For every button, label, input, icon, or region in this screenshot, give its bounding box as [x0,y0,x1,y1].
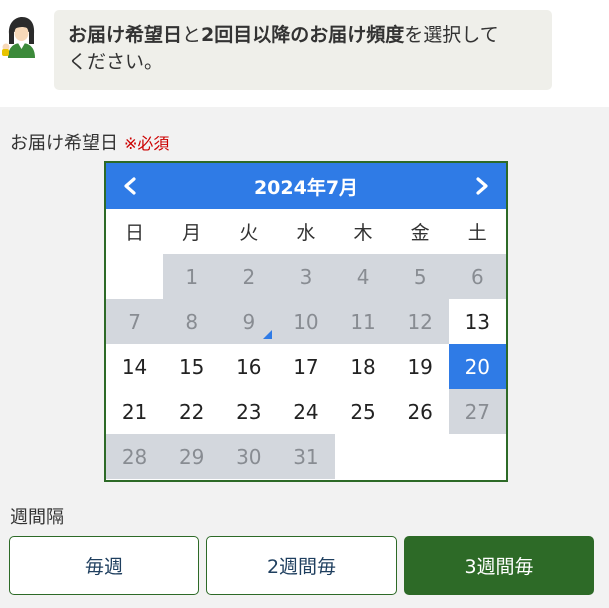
instruction-text: と [182,24,202,46]
instruction-text: を選択して [404,24,499,46]
calendar-day[interactable]: 19 [391,344,449,389]
calendar-day-number: 8 [185,309,199,334]
calendar-day: 7 [106,299,164,344]
calendar-empty-cell [334,434,392,479]
weekday-label: 日 [125,222,145,244]
calendar-day-number: 18 [350,354,376,379]
interval-label: 週間隔 [10,507,64,528]
calendar-day-number: 4 [356,264,370,289]
weekday-label: 月 [182,222,202,244]
required-marker: ※必須 [124,134,170,153]
calendar-day-number: 3 [299,264,313,289]
calendar-day-number: 31 [293,444,319,469]
chevron-right-icon [476,177,488,195]
calendar-day[interactable]: 24 [277,389,335,434]
calendar-day-number: 5 [413,264,427,289]
calendar-day: 9 [220,299,278,344]
calendar-day[interactable]: 21 [106,389,164,434]
interval-option-triweekly-button[interactable]: 3週間毎 [404,536,594,595]
calendar-day-number: 26 [407,399,433,424]
calendar-day: 12 [391,299,449,344]
support-staff-icon [0,14,42,58]
calendar-day[interactable]: 18 [334,344,392,389]
calendar-day-number: 20 [464,354,491,379]
instruction-bold-date: お届け希望日 [68,24,183,46]
delivery-date-label-text: お届け希望日 [10,133,118,154]
calendar-day-number: 13 [464,309,491,334]
calendar-day[interactable]: 22 [163,389,221,434]
instruction-text: ください。 [68,51,164,73]
calendar-day: 1 [163,254,221,299]
calendar-day-number: 17 [293,354,319,379]
calendar-day[interactable]: 23 [220,389,278,434]
calendar-day-number: 7 [128,309,141,334]
calendar-day-selected[interactable]: 20 [448,344,506,389]
delivery-date-label: お届け希望日 ※必須 [10,129,169,155]
calendar-day-number: 30 [236,444,262,469]
calendar-day-number: 12 [407,309,433,334]
calendar-day: 27 [448,389,506,434]
calendar-day[interactable]: 14 [106,344,164,389]
calendar-day-number: 28 [121,444,148,469]
next-month-button[interactable] [467,171,497,201]
weekday-label: 木 [353,222,373,244]
calendar-day: 31 [277,434,335,479]
calendar-empty-cell [106,254,164,299]
delivery-calendar: 2024年7月 日 月 火 水 木 金 土 1 2 3 4 5 6 7 8 9 10 11 12 13 1… [104,161,508,482]
calendar-day[interactable]: 25 [334,389,392,434]
calendar-day: 11 [334,299,392,344]
calendar-day: 3 [277,254,335,299]
calendar-day-number: 25 [350,399,376,424]
calendar-day[interactable]: 15 [163,344,221,389]
weekday-label: 金 [410,222,430,244]
interval-option-biweekly-button[interactable]: 2週間毎 [206,536,397,595]
calendar-day-number: 16 [236,354,262,379]
calendar-day[interactable]: 16 [220,344,278,389]
weekday-label: 水 [296,222,316,244]
calendar-day-number: 27 [464,399,491,424]
calendar-day-number: 23 [236,399,262,424]
calendar-empty-cell [448,434,506,479]
calendar-day-number: 10 [293,309,319,334]
calendar-day-number: 14 [121,354,148,379]
instruction-bubble: お届け希望日と2回目以降のお届け頻度を選択してください。 [54,10,552,90]
weekday-label: 火 [239,222,259,244]
calendar-day: 30 [220,434,278,479]
calendar-day-number: 11 [350,309,376,334]
calendar-day-number: 22 [178,399,205,424]
calendar-day: 28 [106,434,164,479]
calendar-day-number: 6 [470,264,484,289]
calendar-day-number: 1 [185,264,199,289]
calendar-empty-cell [391,434,449,479]
calendar-day-number: 15 [178,354,205,379]
calendar-day-number: 29 [178,444,205,469]
calendar-day: 8 [163,299,221,344]
calendar-day[interactable]: 17 [277,344,335,389]
calendar-month-title: 2024年7月 [253,176,359,199]
interval-option-weekly-button[interactable]: 毎週 [9,536,199,595]
chevron-left-icon [124,177,136,195]
calendar-header: 2024年7月 [106,163,506,209]
calendar-day-grid: 1 2 3 4 5 6 7 8 9 10 11 12 13 14 15 16 17 18 19 20 21 22 23 24 2… [106,254,506,479]
calendar-day-number: 2 [242,264,256,289]
weekday-row: 日 月 火 水 木 金 土 [106,209,506,254]
calendar-day-number: 19 [407,354,433,379]
calendar-day-number: 9 [242,309,256,334]
instruction-section: お届け希望日と2回目以降のお届け頻度を選択してください。 [0,0,609,107]
calendar-day: 6 [448,254,506,299]
today-marker-icon [263,330,273,339]
prev-month-button[interactable] [115,171,145,201]
calendar-day: 10 [277,299,335,344]
calendar-day: 2 [220,254,278,299]
calendar-day[interactable]: 13 [448,299,506,344]
calendar-day: 4 [334,254,392,299]
calendar-day[interactable]: 26 [391,389,449,434]
calendar-day-number: 24 [293,399,319,424]
instruction-bold-frequency: 2回目以降のお届け頻度 [201,24,405,46]
calendar-day: 5 [391,254,449,299]
weekday-label: 土 [467,222,487,244]
calendar-day-number: 21 [121,399,148,424]
calendar-day: 29 [163,434,221,479]
